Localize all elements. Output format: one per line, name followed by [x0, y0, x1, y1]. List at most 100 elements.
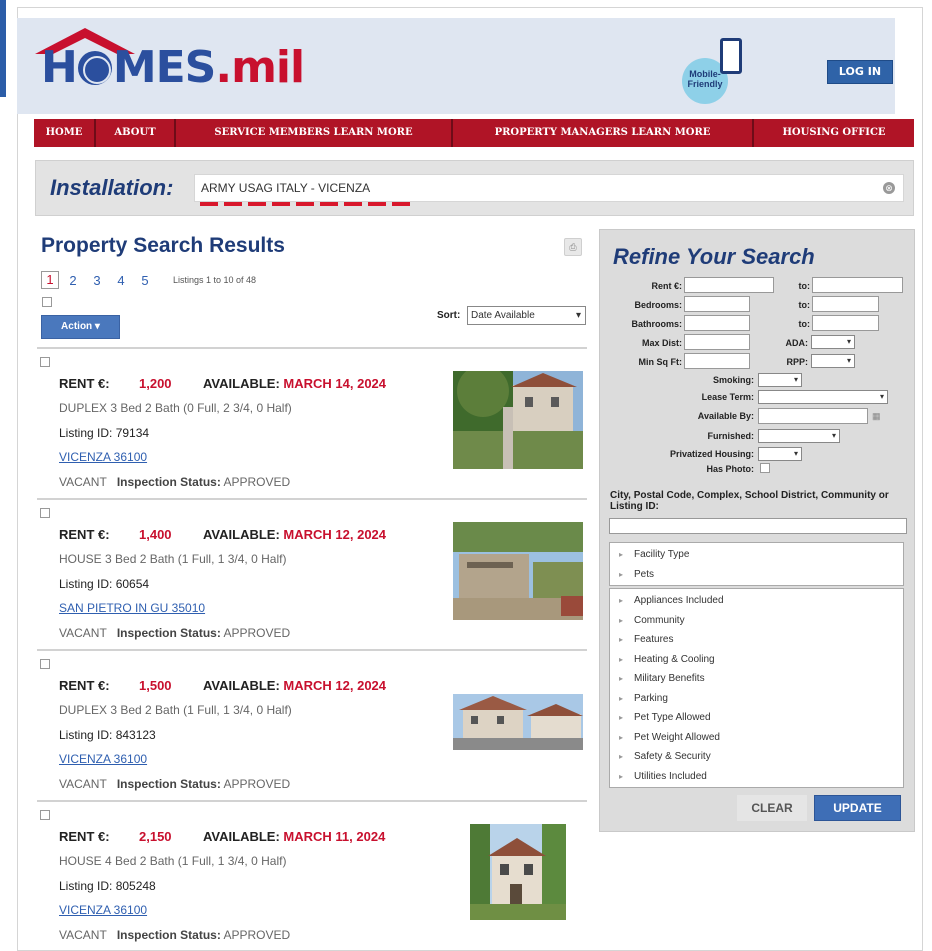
available-date: MARCH 14, 2024	[283, 376, 387, 391]
available-label: AVAILABLE: MARCH 12, 2024	[203, 527, 387, 542]
has-photo-label: Has Photo:	[706, 464, 754, 474]
listing-checkbox[interactable]	[40, 357, 50, 367]
facet-community[interactable]: Community	[610, 611, 903, 631]
rent-label: RENT €:	[59, 376, 110, 391]
nav-about[interactable]: ABOUT	[96, 119, 176, 147]
clear-button[interactable]: CLEAR	[737, 795, 807, 821]
listing-photo[interactable]	[453, 371, 583, 469]
available-by-input[interactable]	[758, 408, 868, 424]
facet-pet-type[interactable]: Pet Type Allowed	[610, 708, 903, 728]
bedrooms-max-input[interactable]	[812, 296, 879, 312]
furnished-select[interactable]: ▾	[758, 429, 840, 443]
homes-mil-logo[interactable]: H MES.mil	[31, 26, 351, 106]
page-3[interactable]: 3	[87, 273, 107, 288]
facet-pets[interactable]: Pets	[610, 565, 903, 585]
bathrooms-max-input[interactable]	[812, 315, 879, 331]
page-1[interactable]: 1	[41, 271, 59, 289]
installation-value: ARMY USAG ITALY - VICENZA	[201, 181, 371, 195]
installation-input[interactable]: ARMY USAG ITALY - VICENZA ⊗	[194, 174, 904, 202]
furnished-label: Furnished:	[707, 431, 755, 441]
lease-term-select[interactable]: ▾	[758, 390, 888, 404]
sort-value: Date Available	[471, 310, 535, 321]
update-button[interactable]: UPDATE	[814, 795, 901, 821]
site-header: H MES.mil Mobile-Friendly LOG IN	[17, 18, 895, 114]
listing-checkbox[interactable]	[40, 508, 50, 518]
smoking-select[interactable]: ▾	[758, 373, 802, 387]
page-5[interactable]: 5	[135, 273, 155, 288]
select-all-checkbox[interactable]	[42, 297, 52, 307]
min-sqft-label: Min Sq Ft:	[638, 357, 683, 367]
facet-military-benefits[interactable]: Military Benefits	[610, 669, 903, 689]
listing-checkbox[interactable]	[40, 810, 50, 820]
available-date: MARCH 12, 2024	[283, 678, 387, 693]
city-link[interactable]: VICENZA 36100	[59, 752, 147, 766]
nav-home[interactable]: HOME	[34, 119, 96, 147]
red-dashed-underline	[200, 202, 410, 206]
globe-icon	[77, 51, 112, 85]
rent-to-label: to:	[798, 281, 811, 291]
max-dist-input[interactable]	[684, 334, 750, 350]
page-2[interactable]: 2	[63, 273, 83, 288]
logo-wordmark: H MES.mil	[41, 42, 305, 93]
page-4[interactable]: 4	[111, 273, 131, 288]
facet-appliances[interactable]: Appliances Included	[610, 591, 903, 611]
available-label: AVAILABLE: MARCH 14, 2024	[203, 376, 387, 391]
listing-card: RENT €: 2,150 AVAILABLE: MARCH 11, 2024 …	[37, 800, 587, 951]
listing-id: Listing ID: 843123	[59, 728, 156, 742]
facet-facility-type[interactable]: Facility Type	[610, 545, 903, 565]
listing-card: RENT €: 1,500 AVAILABLE: MARCH 12, 2024 …	[37, 649, 587, 801]
has-photo-checkbox[interactable]	[760, 463, 770, 473]
nav-property-managers[interactable]: PROPERTY MANAGERS LEARN MORE	[453, 119, 754, 147]
nav-service-members[interactable]: SERVICE MEMBERS LEARN MORE	[176, 119, 453, 147]
facet-utilities[interactable]: Utilities Included	[610, 767, 903, 787]
listing-card: RENT €: 1,400 AVAILABLE: MARCH 12, 2024 …	[37, 498, 587, 650]
clear-icon[interactable]: ⊗	[883, 182, 895, 194]
listing-photo[interactable]	[470, 824, 566, 920]
facet-parking[interactable]: Parking	[610, 689, 903, 709]
nav-housing-office[interactable]: HOUSING OFFICE	[754, 119, 914, 147]
sort-select[interactable]: Date Available ▾	[467, 306, 586, 325]
results-title: Property Search Results	[41, 234, 285, 257]
ada-select[interactable]: ▾	[811, 335, 855, 349]
login-button[interactable]: LOG IN	[827, 60, 893, 84]
listing-photo[interactable]	[453, 522, 583, 620]
listing-photo[interactable]	[453, 694, 583, 750]
available-date: MARCH 12, 2024	[283, 527, 387, 542]
facet-heating-cooling[interactable]: Heating & Cooling	[610, 650, 903, 670]
listing-id: Listing ID: 60654	[59, 577, 150, 591]
ada-label: ADA:	[785, 338, 809, 348]
facet-features[interactable]: Features	[610, 630, 903, 650]
rent-label: RENT €:	[59, 829, 110, 844]
min-sqft-input[interactable]	[684, 353, 750, 369]
rent-min-input[interactable]	[684, 277, 774, 293]
privatized-housing-select[interactable]: ▾	[758, 447, 802, 461]
city-search-input[interactable]	[609, 518, 907, 534]
pagination: 1 2 3 4 5 Listings 1 to 10 of 48	[41, 271, 256, 289]
city-link[interactable]: SAN PIETRO IN GU 35010	[59, 601, 205, 615]
available-label: AVAILABLE: MARCH 12, 2024	[203, 678, 387, 693]
action-button[interactable]: Action ▾	[41, 315, 120, 339]
property-type: HOUSE 3 Bed 2 Bath (1 Full, 1 3/4, 0 Hal…	[59, 552, 287, 566]
city-link[interactable]: VICENZA 36100	[59, 450, 147, 464]
bathrooms-min-input[interactable]	[684, 315, 750, 331]
rpp-label: RPP:	[786, 357, 808, 367]
rent-max-input[interactable]	[812, 277, 903, 293]
facet-safety-security[interactable]: Safety & Security	[610, 747, 903, 767]
facet-group-bottom: Appliances Included Community Features H…	[609, 588, 904, 788]
city-link[interactable]: VICENZA 36100	[59, 903, 147, 917]
print-icon[interactable]: ⎙	[564, 238, 582, 256]
max-dist-label: Max Dist:	[641, 338, 682, 348]
bathrooms-label: Bathrooms:	[631, 319, 682, 329]
calendar-icon[interactable]: ▦	[872, 411, 881, 422]
rpp-select[interactable]: ▾	[811, 354, 855, 368]
rent-value: 1,500	[139, 678, 172, 693]
available-by-label: Available By:	[697, 411, 754, 421]
status-line: VACANT Inspection Status: APPROVED	[59, 928, 291, 942]
left-accent-strip	[0, 0, 6, 97]
bedrooms-min-input[interactable]	[684, 296, 750, 312]
property-type: DUPLEX 3 Bed 2 Bath (0 Full, 2 3/4, 0 Ha…	[59, 401, 292, 415]
facet-pet-weight[interactable]: Pet Weight Allowed	[610, 728, 903, 748]
listing-checkbox[interactable]	[40, 659, 50, 669]
installation-bar: Installation: ARMY USAG ITALY - VICENZA …	[35, 160, 914, 216]
facet-group-top: Facility Type Pets	[609, 542, 904, 586]
